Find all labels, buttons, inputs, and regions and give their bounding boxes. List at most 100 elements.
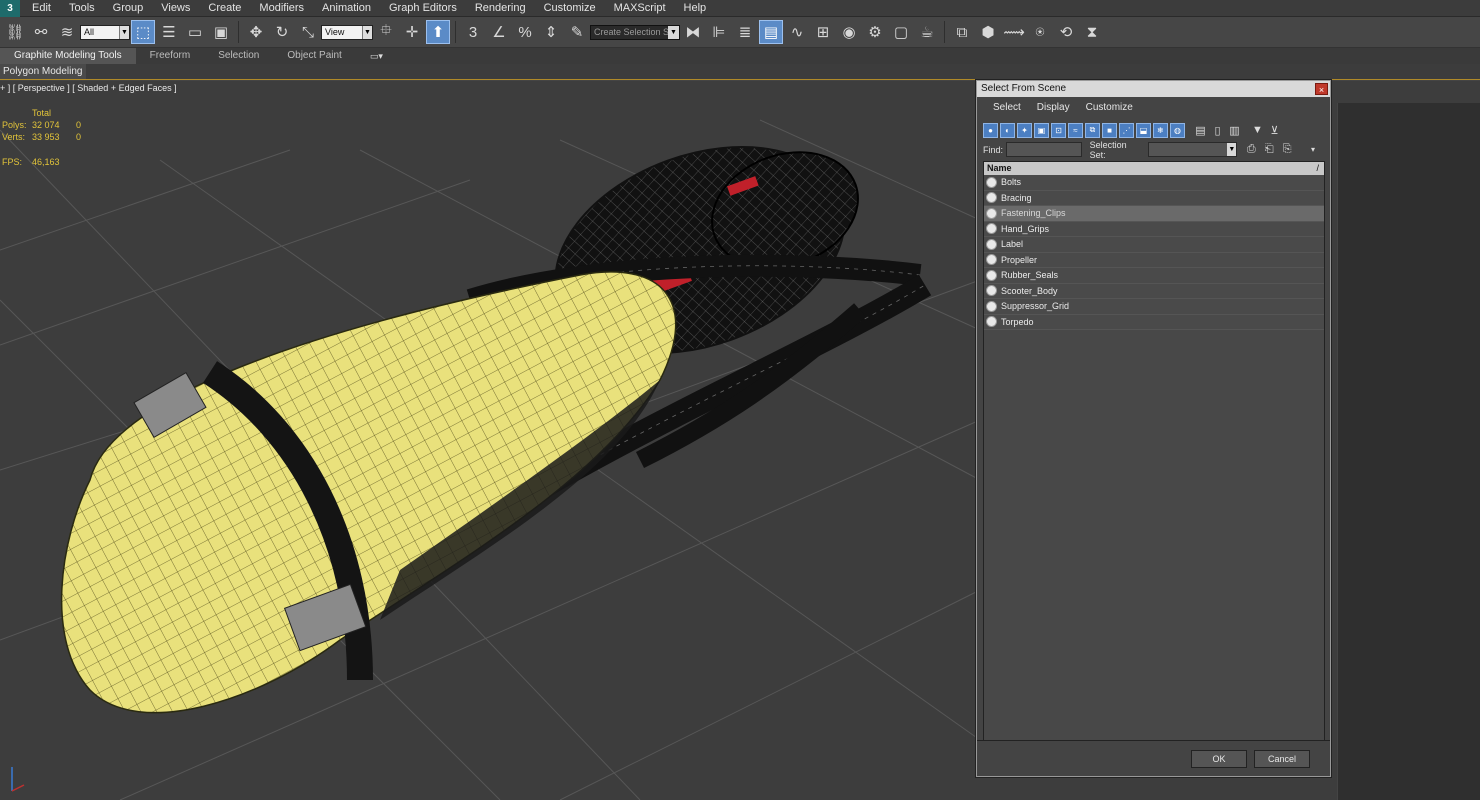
edit-named-selection-icon[interactable]: ✎ — [565, 20, 589, 44]
display-bones-icon[interactable]: ⋰ — [1119, 122, 1134, 138]
named-selection-set-dropdown[interactable]: Create Selection Se ▼ — [590, 24, 680, 40]
spinner-snap-icon[interactable]: ⇕ — [539, 20, 563, 44]
menu-customize[interactable]: Customize — [535, 0, 605, 17]
display-containers-icon[interactable]: ⬓ — [1136, 122, 1151, 138]
display-groups-icon[interactable]: ⧉ — [1085, 122, 1100, 138]
display-xrefs-icon[interactable]: ■ — [1102, 122, 1117, 138]
display-none-icon[interactable]: ▯ — [1210, 123, 1225, 138]
menu-animation[interactable]: Animation — [313, 0, 380, 17]
viewport-label[interactable]: + ] [ Perspective ] [ Shaded + Edged Fac… — [0, 83, 177, 93]
list-item[interactable]: Torpedo — [984, 314, 1324, 330]
container-icon[interactable]: ⬢ — [976, 20, 1000, 44]
rotate-icon[interactable]: ↻ — [270, 20, 294, 44]
bone-tools-icon[interactable]: ⍟ — [1028, 20, 1052, 44]
tab-graphite-modeling-tools[interactable]: Graphite Modeling Tools — [0, 48, 136, 64]
menu-create[interactable]: Create — [199, 0, 250, 17]
percent-snap-icon[interactable]: % — [513, 20, 537, 44]
tab-object-paint[interactable]: Object Paint — [273, 48, 355, 64]
display-space-warps-icon[interactable]: ≈ — [1068, 122, 1083, 138]
pivot-center-icon[interactable]: ⯐ — [374, 20, 398, 44]
display-invert-icon[interactable]: ▥ — [1227, 123, 1242, 138]
list-item-selected[interactable]: Fastening_Clips — [984, 206, 1324, 222]
curve-editor-icon[interactable]: ∿ — [785, 20, 809, 44]
menu-rendering[interactable]: Rendering — [466, 0, 535, 17]
list-item[interactable]: Bracing — [984, 190, 1324, 206]
reaction-manager-icon[interactable]: ⧗ — [1080, 20, 1104, 44]
layer-manager-icon[interactable]: ≣ — [733, 20, 757, 44]
display-cameras-icon[interactable]: ▣ — [1034, 122, 1049, 138]
display-hidden-icon[interactable]: ◍ — [1170, 122, 1185, 138]
list-item[interactable]: Propeller — [984, 252, 1324, 268]
menu-maxscript[interactable]: MAXScript — [605, 0, 675, 17]
unlink-icon[interactable]: ⚯ — [29, 20, 53, 44]
dialog-title-bar[interactable]: Select From Scene × — [977, 81, 1330, 97]
material-editor-icon[interactable]: ◉ — [837, 20, 861, 44]
display-shapes-icon[interactable]: ◐ — [1000, 122, 1015, 138]
tab-selection[interactable]: Selection — [204, 48, 273, 64]
list-item[interactable]: Scooter_Body — [984, 283, 1324, 299]
rendered-frame-icon[interactable]: ▢ — [889, 20, 913, 44]
snaps-toggle-icon[interactable]: 3 — [461, 20, 485, 44]
cancel-button[interactable]: Cancel — [1254, 749, 1310, 768]
dialog-menu-display[interactable]: Display — [1029, 102, 1078, 113]
selection-set-dropdown[interactable]: ▼ — [1147, 142, 1238, 157]
rectangular-selection-icon[interactable]: ▭ — [183, 20, 207, 44]
list-item[interactable]: Bolts — [984, 175, 1324, 191]
filter-icon[interactable]: ▼ — [1250, 123, 1265, 138]
render-setup-icon[interactable]: ⚙ — [863, 20, 887, 44]
move-icon[interactable]: ✥ — [244, 20, 268, 44]
menu-group[interactable]: Group — [104, 0, 153, 17]
tab-freeform[interactable]: Freeform — [136, 48, 205, 64]
ok-button[interactable]: OK — [1191, 749, 1247, 768]
advanced-filter-icon[interactable]: ⊻ — [1267, 123, 1282, 138]
list-item[interactable]: Suppressor_Grid — [984, 299, 1324, 315]
display-lights-icon[interactable]: ✦ — [1017, 122, 1032, 138]
collapse-toolbar-icon[interactable]: ▾ — [1305, 142, 1321, 157]
object-name: Suppressor_Grid — [1001, 301, 1070, 312]
ik-solver-icon[interactable]: ⟲ — [1054, 20, 1078, 44]
link-icon[interactable]: ⛓ — [3, 20, 27, 44]
select-none-icon[interactable]: ⎗ — [1261, 142, 1277, 157]
keyboard-shortcut-override-icon[interactable]: ⬆ — [426, 20, 450, 44]
list-item[interactable]: Hand_Grips — [984, 221, 1324, 237]
select-manipulate-icon[interactable]: ✛ — [400, 20, 424, 44]
schematic-view-icon[interactable]: ⊞ — [811, 20, 835, 44]
menu-help[interactable]: Help — [675, 0, 716, 17]
dialog-menu-select[interactable]: Select — [985, 102, 1029, 113]
list-item[interactable]: Rubber_Seals — [984, 268, 1324, 284]
scale-icon[interactable]: ⤡ — [296, 20, 320, 44]
mirror-icon[interactable]: ⧓ — [681, 20, 705, 44]
menu-edit[interactable]: Edit — [20, 0, 60, 17]
find-input[interactable] — [1006, 142, 1082, 157]
selection-filter-dropdown[interactable]: All ▼ — [80, 24, 130, 40]
select-all-icon[interactable]: ⎙ — [1243, 142, 1259, 157]
scooter-model[interactable] — [60, 109, 932, 714]
dialog-menu-customize[interactable]: Customize — [1078, 102, 1141, 113]
reference-coordinate-dropdown[interactable]: View ▼ — [321, 24, 373, 40]
app-logo-icon[interactable]: 3 — [0, 0, 20, 17]
graphite-toggle-icon[interactable]: ▤ — [759, 20, 783, 44]
align-icon[interactable]: ⊫ — [707, 20, 731, 44]
select-invert-icon[interactable]: ⎘ — [1279, 142, 1295, 157]
window-crossing-icon[interactable]: ▣ — [209, 20, 233, 44]
close-icon[interactable]: × — [1315, 83, 1328, 95]
list-item[interactable]: Label — [984, 237, 1324, 253]
menu-tools[interactable]: Tools — [60, 0, 104, 17]
select-by-name-icon[interactable]: ☰ — [157, 20, 181, 44]
display-geometry-icon[interactable]: ● — [983, 122, 998, 138]
menu-views[interactable]: Views — [152, 0, 199, 17]
menu-graph-editors[interactable]: Graph Editors — [380, 0, 466, 17]
scene-explorer-icon[interactable]: ⧉ — [950, 20, 974, 44]
bind-space-warp-icon[interactable]: ≋ — [55, 20, 79, 44]
display-helpers-icon[interactable]: ⊡ — [1051, 122, 1066, 138]
angle-snap-icon[interactable]: ∠ — [487, 20, 511, 44]
menu-modifiers[interactable]: Modifiers — [250, 0, 313, 17]
ribbon-options-icon[interactable]: ▭▾ — [370, 51, 388, 61]
render-teapot-icon[interactable]: ☕ — [915, 20, 939, 44]
display-frozen-icon[interactable]: ❄ — [1153, 122, 1168, 138]
select-object-icon[interactable]: ⬚ — [131, 20, 155, 44]
polygon-modeling-panel-label[interactable]: Polygon Modeling — [0, 64, 86, 79]
column-header-name[interactable]: Name / — [984, 162, 1324, 175]
display-all-icon[interactable]: ▤ — [1193, 123, 1208, 138]
link-inheritance-icon[interactable]: ⟿ — [1002, 20, 1026, 44]
